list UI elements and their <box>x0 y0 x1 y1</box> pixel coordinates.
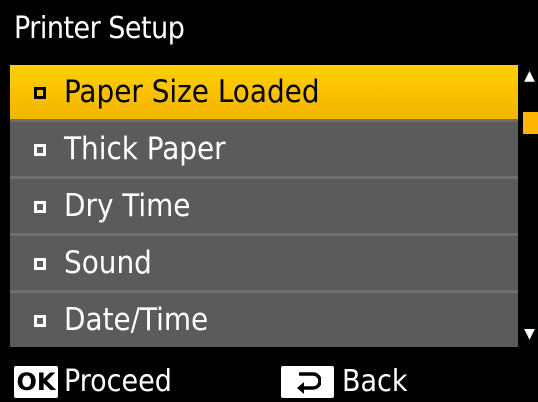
menu-item-label: Dry Time <box>64 188 191 224</box>
scrollbar[interactable]: ▲ ▼ <box>521 65 538 347</box>
menu-item-thick-paper[interactable]: Thick Paper <box>10 122 518 176</box>
bullet-icon <box>34 258 46 270</box>
menu-item-label: Thick Paper <box>64 131 226 167</box>
menu-item-paper-size-loaded[interactable]: Paper Size Loaded <box>10 65 518 119</box>
scroll-up-icon[interactable]: ▲ <box>521 69 538 83</box>
ok-key-icon[interactable]: OK <box>14 366 58 398</box>
bullet-icon <box>34 201 46 213</box>
bullet-icon <box>34 315 46 327</box>
menu-item-label: Sound <box>64 245 152 281</box>
printer-lcd-screen: Printer Setup Paper Size Loaded Thick Pa… <box>0 0 538 402</box>
menu-item-dry-time[interactable]: Dry Time <box>10 179 518 233</box>
menu-list: Paper Size Loaded Thick Paper Dry Time S… <box>10 65 518 347</box>
menu-item-sound[interactable]: Sound <box>10 236 518 290</box>
proceed-label: Proceed <box>64 364 172 399</box>
scroll-thumb[interactable] <box>523 112 538 134</box>
back-label: Back <box>342 364 408 399</box>
title-bar: Printer Setup <box>0 0 538 60</box>
footer-bar: OK Proceed Back <box>0 352 538 402</box>
menu-item-label: Paper Size Loaded <box>64 74 320 110</box>
bullet-icon <box>34 144 46 156</box>
page-title: Printer Setup <box>14 11 185 46</box>
menu-item-date-time[interactable]: Date/Time <box>10 293 518 347</box>
menu-item-label: Date/Time <box>64 302 209 338</box>
bullet-icon <box>34 87 46 99</box>
back-key-icon[interactable] <box>281 366 334 398</box>
scroll-down-icon[interactable]: ▼ <box>521 327 538 341</box>
return-arrow-icon <box>297 372 321 394</box>
